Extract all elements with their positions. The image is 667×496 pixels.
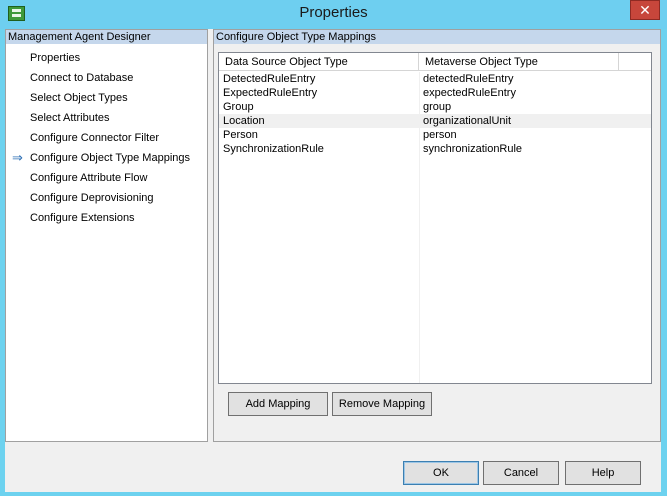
nav-item-label: Properties [30, 52, 81, 64]
metaverse-object-type-cell: synchronizationRule [423, 143, 523, 155]
nav-item-configure-object-type-mappings[interactable]: ⇒ Configure Object Type Mappings [6, 148, 207, 168]
table-row[interactable]: SynchronizationRule synchronizationRule [219, 142, 651, 156]
column-header-metaverse-object-type[interactable]: Metaverse Object Type [419, 53, 619, 71]
nav-item-select-object-types[interactable]: Select Object Types [6, 88, 207, 108]
arrow-right-icon: ⇒ [12, 150, 23, 165]
nav-item-properties[interactable]: Properties [6, 48, 207, 68]
nav-item-label: Configure Extensions [30, 212, 135, 224]
table-row[interactable]: ExpectedRuleEntry expectedRuleEntry [219, 86, 651, 100]
data-source-object-type-cell: Group [223, 101, 254, 113]
nav-item-label: Configure Deprovisioning [30, 192, 154, 204]
mappings-list-header: Data Source Object Type Metaverse Object… [219, 53, 651, 71]
column-header-filler [619, 53, 651, 71]
nav-item-connect-to-database[interactable]: Connect to Database [6, 68, 207, 88]
nav-item-configure-connector-filter[interactable]: Configure Connector Filter [6, 128, 207, 148]
metaverse-object-type-cell: expectedRuleEntry [423, 87, 516, 99]
properties-window: Properties ✕ Management Agent Designer P… [0, 0, 667, 496]
mappings-list[interactable]: Data Source Object Type Metaverse Object… [218, 52, 652, 384]
nav-item-label: Select Attributes [30, 112, 110, 124]
table-row[interactable]: DetectedRuleEntry detectedRuleEntry [219, 72, 651, 86]
nav-item-configure-deprovisioning[interactable]: Configure Deprovisioning [6, 188, 207, 208]
metaverse-object-type-cell: person [423, 129, 457, 141]
cancel-button[interactable]: Cancel [483, 461, 559, 485]
nav-item-select-attributes[interactable]: Select Attributes [6, 108, 207, 128]
page-title: Configure Object Type Mappings [214, 30, 660, 44]
table-row[interactable]: Group group [219, 100, 651, 114]
title-bar[interactable]: Properties ✕ [0, 0, 667, 29]
nav-item-label: Connect to Database [30, 72, 134, 84]
nav-item-label: Configure Attribute Flow [30, 172, 148, 184]
remove-mapping-button[interactable]: Remove Mapping [332, 392, 432, 416]
table-row[interactable]: Person person [219, 128, 651, 142]
nav-item-label: Select Object Types [30, 92, 128, 104]
metaverse-object-type-cell: group [423, 101, 452, 113]
table-row-selected[interactable]: Location organizationalUnit [219, 114, 651, 128]
designer-nav-pane: Management Agent Designer Properties Con… [5, 29, 208, 442]
nav-item-configure-extensions[interactable]: Configure Extensions [6, 208, 207, 228]
add-mapping-button[interactable]: Add Mapping [228, 392, 328, 416]
data-source-object-type-cell: Person [223, 129, 258, 141]
dialog-client-area: Management Agent Designer Properties Con… [5, 29, 661, 492]
designer-nav-header: Management Agent Designer [6, 30, 207, 44]
data-source-object-type-cell: SynchronizationRule [223, 143, 324, 155]
help-button[interactable]: Help [565, 461, 641, 485]
metaverse-object-type-cell: organizationalUnit [423, 115, 512, 127]
ok-button[interactable]: OK [403, 461, 479, 485]
nav-item-label: Configure Object Type Mappings [30, 152, 190, 164]
data-source-object-type-cell: Location [223, 115, 265, 127]
designer-nav-list: Properties Connect to Database Select Ob… [6, 44, 207, 228]
data-source-object-type-cell: ExpectedRuleEntry [223, 87, 318, 99]
close-icon: ✕ [639, 2, 651, 18]
close-button[interactable]: ✕ [630, 0, 660, 20]
window-title: Properties [299, 4, 368, 21]
mappings-list-body: DetectedRuleEntry detectedRuleEntry Expe… [219, 72, 651, 156]
object-type-mappings-pane: Configure Object Type Mappings Data Sour… [213, 29, 661, 442]
column-header-data-source-object-type[interactable]: Data Source Object Type [219, 53, 419, 71]
data-source-object-type-cell: DetectedRuleEntry [223, 73, 316, 85]
metaverse-object-type-cell: detectedRuleEntry [423, 73, 514, 85]
nav-item-label: Configure Connector Filter [30, 132, 160, 144]
nav-item-configure-attribute-flow[interactable]: Configure Attribute Flow [6, 168, 207, 188]
